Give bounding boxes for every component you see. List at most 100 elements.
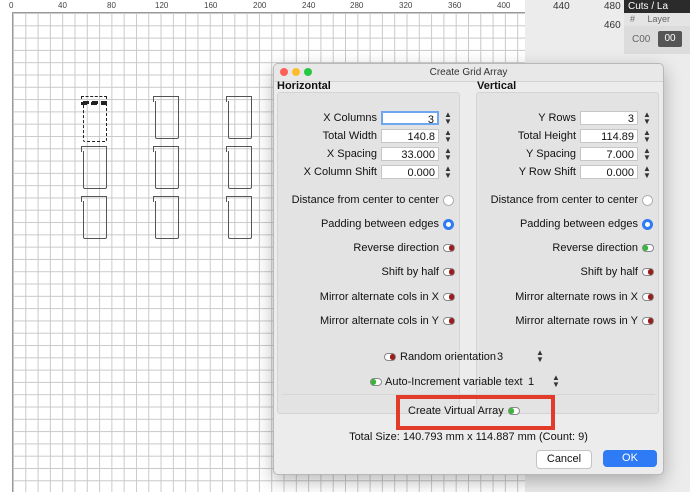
v-padding-edges-radio[interactable]: [642, 219, 653, 230]
layer-row[interactable]: C00 00: [624, 26, 690, 54]
h-reverse-toggle[interactable]: [443, 244, 455, 252]
random-orientation-input[interactable]: 3: [497, 351, 503, 363]
h-distance-center-label: Distance from center to center: [291, 194, 439, 206]
top-ruler: 0 40 80 120 160 200 240 280 320 360 400: [0, 0, 525, 13]
total-height-input[interactable]: 114.89: [580, 129, 638, 143]
v-mirror-y-option[interactable]: Mirror alternate rows in Y: [479, 314, 654, 330]
array-shape[interactable]: [81, 146, 107, 189]
dialog-titlebar: Create Grid Array: [274, 64, 663, 82]
x-column-shift-stepper[interactable]: ▲ ▼: [443, 165, 453, 180]
auto-increment-row: Auto-Increment variable text 1 ▲ ▼: [370, 374, 570, 390]
h-mirror-y-option[interactable]: Mirror alternate cols in Y: [280, 314, 455, 330]
h-padding-edges-option[interactable]: Padding between edges: [280, 217, 455, 233]
random-orientation-toggle[interactable]: [384, 353, 396, 361]
ruler-tick: 80: [107, 1, 116, 10]
array-shape[interactable]: [153, 196, 179, 239]
y-row-shift-label: Y Row Shift: [518, 166, 576, 178]
annotation-highlight-box: [396, 395, 555, 430]
total-size-text: Total Size: 140.793 mm x 114.887 mm (Cou…: [349, 431, 588, 443]
x-column-shift-input[interactable]: 0.000: [381, 165, 439, 179]
total-height-label: Total Height: [517, 130, 576, 142]
h-distance-center-radio[interactable]: [443, 195, 454, 206]
x-spacing-label: X Spacing: [326, 148, 377, 160]
h-mirror-x-option[interactable]: Mirror alternate cols in X: [280, 290, 455, 306]
ruler-tick: 160: [204, 1, 218, 10]
y-rows-label: Y Rows: [538, 112, 576, 124]
h-reverse-label: Reverse direction: [353, 242, 439, 254]
ruler-tick: 280: [350, 1, 364, 10]
array-shape[interactable]: [226, 96, 252, 139]
y-spacing-row: Y Spacing 7.000 ▲ ▼: [477, 147, 652, 163]
array-shape[interactable]: [226, 146, 252, 189]
left-ruler: [0, 12, 13, 492]
ruler-tick: 200: [253, 1, 267, 10]
auto-increment-label: Auto-Increment variable text: [385, 376, 523, 388]
array-shape[interactable]: [153, 96, 179, 139]
h-distance-center-option[interactable]: Distance from center to center: [280, 193, 455, 209]
v-reverse-label: Reverse direction: [552, 242, 638, 254]
h-mirror-y-label: Mirror alternate cols in Y: [319, 315, 439, 327]
random-orientation-label: Random orientation: [400, 351, 497, 363]
total-width-label: Total Width: [322, 130, 377, 142]
array-shape[interactable]: [81, 196, 107, 239]
y-spacing-stepper[interactable]: ▲ ▼: [642, 147, 652, 162]
v-mirror-x-option[interactable]: Mirror alternate rows in X: [479, 290, 654, 306]
y-row-shift-input[interactable]: 0.000: [580, 165, 638, 179]
h-padding-edges-radio[interactable]: [443, 219, 454, 230]
v-mirror-x-toggle[interactable]: [642, 293, 654, 301]
x-columns-input[interactable]: 3: [381, 111, 439, 126]
x-spacing-row: X Spacing 33.000 ▲ ▼: [278, 147, 453, 163]
col-layer: Layer: [647, 14, 671, 24]
h-shift-half-option[interactable]: Shift by half: [280, 265, 455, 281]
h-mirror-y-toggle[interactable]: [443, 317, 455, 325]
horizontal-label: Horizontal: [277, 80, 331, 92]
auto-increment-toggle[interactable]: [370, 378, 382, 386]
h-shift-half-label: Shift by half: [381, 266, 439, 278]
h-mirror-x-toggle[interactable]: [443, 293, 455, 301]
layer-color-button[interactable]: 00: [658, 31, 682, 47]
horizontal-group: X Columns 3 ▲ ▼ Total Width 140.8 ▲ ▼ X Sp…: [277, 92, 460, 414]
x-columns-stepper[interactable]: ▲ ▼: [443, 111, 453, 126]
cancel-button[interactable]: Cancel: [536, 450, 592, 469]
ruler-tick: 400: [497, 1, 511, 10]
v-distance-center-radio[interactable]: [642, 195, 653, 206]
v-distance-center-option[interactable]: Distance from center to center: [479, 193, 654, 209]
x-spacing-stepper[interactable]: ▲ ▼: [443, 147, 453, 162]
y-row-shift-row: Y Row Shift 0.000 ▲ ▼: [477, 165, 652, 181]
v-padding-edges-option[interactable]: Padding between edges: [479, 217, 654, 233]
ok-button[interactable]: OK: [603, 450, 657, 467]
vertical-label: Vertical: [477, 80, 517, 92]
y-rows-input[interactable]: 3: [580, 111, 638, 125]
v-reverse-option[interactable]: Reverse direction: [479, 241, 654, 257]
vertical-group: Y Rows 3 ▲ ▼ Total Height 114.89 ▲ ▼ Y Spa…: [476, 92, 659, 414]
array-shape[interactable]: [226, 196, 252, 239]
total-width-input[interactable]: 140.8: [381, 129, 439, 143]
x-spacing-input[interactable]: 33.000: [381, 147, 439, 161]
h-mirror-x-label: Mirror alternate cols in X: [319, 291, 439, 303]
x-columns-row: X Columns 3 ▲ ▼: [278, 111, 453, 127]
selected-shape[interactable]: [81, 96, 107, 142]
x-column-shift-label: X Column Shift: [303, 166, 377, 178]
total-width-stepper[interactable]: ▲ ▼: [443, 129, 453, 144]
v-distance-center-label: Distance from center to center: [490, 194, 638, 206]
v-reverse-toggle[interactable]: [642, 244, 654, 252]
y-spacing-input[interactable]: 7.000: [580, 147, 638, 161]
v-mirror-y-toggle[interactable]: [642, 317, 654, 325]
h-reverse-option[interactable]: Reverse direction: [280, 241, 455, 257]
col-hash: #: [630, 14, 636, 24]
y-rows-stepper[interactable]: ▲ ▼: [642, 111, 652, 126]
auto-increment-stepper[interactable]: ▲ ▼: [551, 374, 561, 389]
v-shift-half-option[interactable]: Shift by half: [479, 265, 654, 281]
dialog-title: Create Grid Array: [429, 67, 508, 78]
h-shift-half-toggle[interactable]: [443, 268, 455, 276]
random-orientation-stepper[interactable]: ▲ ▼: [535, 349, 545, 364]
y-spacing-label: Y Spacing: [526, 148, 576, 160]
y-row-shift-stepper[interactable]: ▲ ▼: [642, 165, 652, 180]
ruler-tick: 0: [9, 1, 14, 10]
v-mirror-x-label: Mirror alternate rows in X: [515, 291, 638, 303]
total-height-stepper[interactable]: ▲ ▼: [642, 129, 652, 144]
array-shape[interactable]: [153, 146, 179, 189]
v-shift-half-toggle[interactable]: [642, 268, 654, 276]
auto-increment-input[interactable]: 1: [528, 376, 534, 388]
cuts-panel-title[interactable]: Cuts / La: [624, 0, 690, 13]
